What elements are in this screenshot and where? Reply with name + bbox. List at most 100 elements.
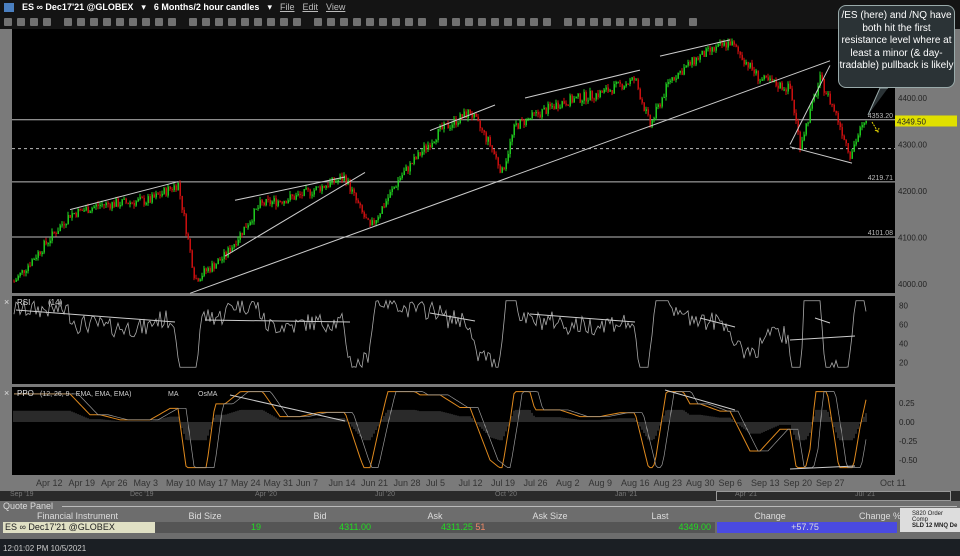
chevron-down-icon[interactable]: ▾ bbox=[141, 2, 146, 13]
instrument-cell[interactable]: ES ∞ Dec17'21 @GLOBEX bbox=[3, 522, 155, 533]
toolbar-tool-icon[interactable] bbox=[603, 17, 611, 26]
candle bbox=[507, 153, 509, 162]
toolbar-tool-icon[interactable] bbox=[616, 17, 624, 26]
toolbar-tool-icon[interactable] bbox=[689, 17, 697, 26]
toolbar-tool-icon[interactable] bbox=[129, 17, 137, 26]
toolbar-tool-icon[interactable] bbox=[353, 17, 361, 26]
timeframe-selector[interactable]: 6 Months/2 hour candles bbox=[154, 2, 260, 12]
toolbar-tool-icon[interactable] bbox=[340, 17, 348, 26]
candle bbox=[13, 281, 15, 283]
header-ask[interactable]: Ask bbox=[385, 511, 485, 521]
toolbar-tool-icon[interactable] bbox=[590, 17, 598, 26]
toolbar-tool-icon[interactable] bbox=[116, 17, 124, 26]
toolbar-tool-icon[interactable] bbox=[491, 17, 499, 26]
timeline-scrollbar[interactable]: Sep '19 Dec '19 Apr '20 Jul '20 Oct '20 Jan '… bbox=[0, 491, 960, 501]
candle bbox=[243, 226, 245, 236]
toolbar-tool-icon[interactable] bbox=[202, 17, 210, 26]
rsi-panel[interactable] bbox=[12, 296, 895, 384]
toolbar-tool-icon[interactable] bbox=[405, 17, 413, 26]
header-bid-size[interactable]: Bid Size bbox=[155, 511, 255, 521]
header-change[interactable]: Change bbox=[720, 511, 820, 521]
toolbar-tool-icon[interactable] bbox=[517, 17, 525, 26]
close-rsi-icon[interactable]: × bbox=[4, 297, 9, 307]
candle bbox=[407, 166, 409, 172]
candle bbox=[271, 201, 273, 205]
close-ppo-icon[interactable]: × bbox=[4, 388, 9, 398]
candle bbox=[87, 207, 89, 213]
toolbar-tool-icon[interactable] bbox=[366, 17, 374, 26]
toolbar-tool-icon[interactable] bbox=[530, 17, 538, 26]
toolbar-tool-icon[interactable] bbox=[465, 17, 473, 26]
candle bbox=[835, 110, 837, 114]
scrollbar-date-label: Jul '20 bbox=[375, 491, 396, 498]
toolbar-tool-icon[interactable] bbox=[189, 17, 197, 26]
menu-view[interactable]: View bbox=[326, 2, 345, 12]
price-panel[interactable] bbox=[12, 29, 895, 293]
toolbar-tool-icon[interactable] bbox=[439, 17, 447, 26]
toolbar-tool-icon[interactable] bbox=[267, 17, 275, 26]
toolbar-tool-icon[interactable] bbox=[142, 17, 150, 26]
toolbar-tool-icon[interactable] bbox=[478, 17, 486, 26]
bid-size-cell: 19 bbox=[155, 522, 265, 533]
toolbar-tool-icon[interactable] bbox=[103, 17, 111, 26]
toolbar-tool-icon[interactable] bbox=[642, 17, 650, 26]
toolbar-tool-icon[interactable] bbox=[241, 17, 249, 26]
header-ask-size[interactable]: Ask Size bbox=[500, 511, 600, 521]
candle bbox=[529, 118, 531, 120]
candle bbox=[171, 189, 173, 191]
toolbar-tool-icon[interactable] bbox=[77, 17, 85, 26]
toolbar-tool-icon[interactable] bbox=[17, 17, 25, 26]
candle bbox=[219, 259, 221, 261]
toolbar-tool-icon[interactable] bbox=[629, 17, 637, 26]
candle bbox=[221, 259, 223, 261]
candle bbox=[159, 194, 161, 196]
candle bbox=[49, 240, 51, 244]
toolbar-tool-icon[interactable] bbox=[168, 17, 176, 26]
toolbar-tool-icon[interactable] bbox=[43, 17, 51, 26]
header-bid[interactable]: Bid bbox=[270, 511, 370, 521]
toolbar-tool-icon[interactable] bbox=[668, 17, 676, 26]
menu-edit[interactable]: Edit bbox=[302, 2, 318, 12]
menu-file[interactable]: File bbox=[280, 2, 295, 12]
date-axis-label: May 10 bbox=[166, 478, 196, 488]
toolbar-tool-icon[interactable] bbox=[379, 17, 387, 26]
order-notification[interactable]: S820 Order Comp SLD 12 MNQ De bbox=[900, 508, 960, 532]
chart-svg[interactable]: 4353.20 4219.71 4101.08 4400.00 4300.00 4200.… bbox=[0, 29, 960, 475]
toolbar-tool-icon[interactable] bbox=[254, 17, 262, 26]
header-instrument[interactable]: Financial Instrument bbox=[0, 511, 155, 521]
toolbar-tool-icon[interactable] bbox=[543, 17, 551, 26]
header-last[interactable]: Last bbox=[610, 511, 710, 521]
toolbar-tool-icon[interactable] bbox=[155, 17, 163, 26]
toolbar-tool-icon[interactable] bbox=[215, 17, 223, 26]
toolbar-tool-icon[interactable] bbox=[577, 17, 585, 26]
toolbar-tool-icon[interactable] bbox=[90, 17, 98, 26]
scrollbar-date-label: Oct '20 bbox=[495, 491, 517, 498]
candle bbox=[89, 211, 91, 213]
candle bbox=[43, 240, 45, 253]
scrollbar-thumb[interactable] bbox=[716, 491, 951, 501]
candle bbox=[755, 70, 757, 74]
chart-area[interactable]: 4353.20 4219.71 4101.08 4400.00 4300.00 4200.… bbox=[0, 29, 960, 475]
toolbar-tool-icon[interactable] bbox=[64, 17, 72, 26]
toolbar-tool-icon[interactable] bbox=[327, 17, 335, 26]
toolbar-tool-icon[interactable] bbox=[564, 17, 572, 26]
toolbar-tool-icon[interactable] bbox=[228, 17, 236, 26]
quote-panel-title[interactable]: Quote Panel bbox=[3, 501, 53, 511]
toolbar-tool-icon[interactable] bbox=[504, 17, 512, 26]
candle bbox=[419, 152, 421, 156]
toolbar-tool-icon[interactable] bbox=[452, 17, 460, 26]
toolbar-tool-icon[interactable] bbox=[280, 17, 288, 26]
candle bbox=[827, 93, 829, 95]
candle bbox=[803, 134, 805, 141]
toolbar-tool-icon[interactable] bbox=[4, 17, 12, 26]
toolbar-tool-icon[interactable] bbox=[392, 17, 400, 26]
toolbar-tool-icon[interactable] bbox=[418, 17, 426, 26]
ppo-panel[interactable] bbox=[12, 387, 895, 475]
toolbar-tool-icon[interactable] bbox=[655, 17, 663, 26]
symbol-selector[interactable]: ES ∞ Dec17'21 @GLOBEX bbox=[22, 2, 133, 12]
candle bbox=[863, 123, 865, 126]
toolbar-tool-icon[interactable] bbox=[293, 17, 301, 26]
toolbar-tool-icon[interactable] bbox=[314, 17, 322, 26]
chevron-down-icon[interactable]: ▾ bbox=[267, 2, 272, 13]
toolbar-tool-icon[interactable] bbox=[30, 17, 38, 26]
